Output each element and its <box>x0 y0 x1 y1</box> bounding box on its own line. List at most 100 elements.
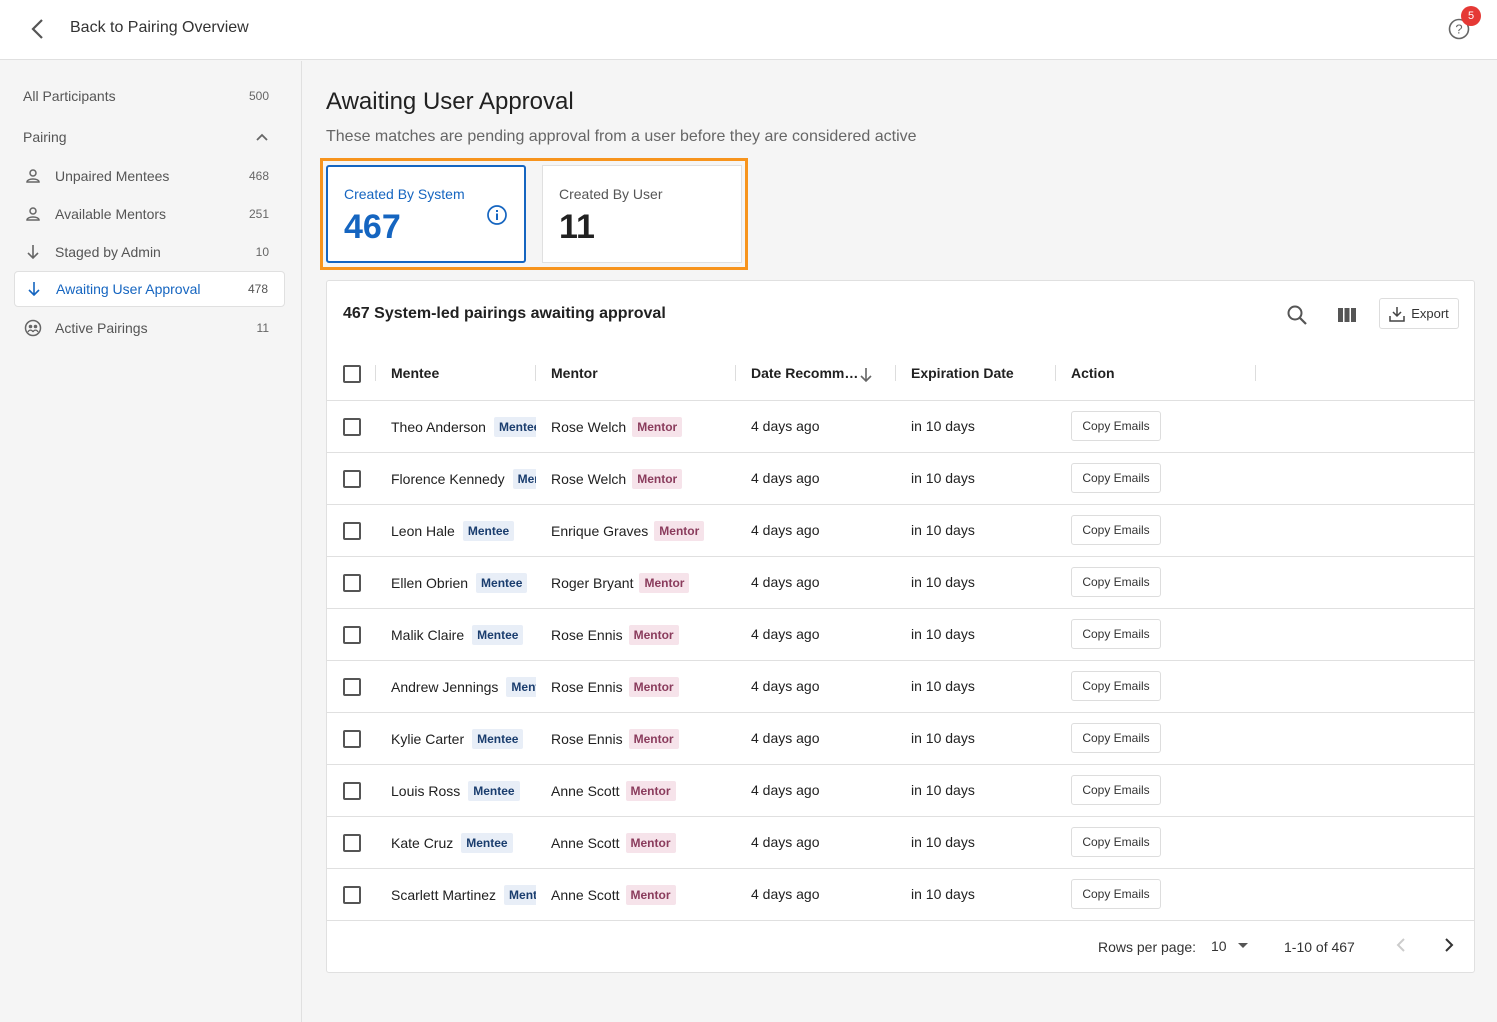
select-all-checkbox[interactable] <box>343 365 361 383</box>
columns-icon[interactable] <box>1335 303 1359 327</box>
date-recommended: 4 days ago <box>751 470 820 486</box>
table-row: Malik Claire Mentee Rose Ennis Mentor 4 da… <box>327 609 1474 661</box>
row-checkbox[interactable] <box>343 522 361 540</box>
mentee-tag: Mentee <box>462 521 515 541</box>
mentee-name: Ellen Obrien <box>391 575 469 591</box>
copy-emails-button[interactable]: Copy Emails <box>1071 567 1161 597</box>
row-checkbox[interactable] <box>343 470 361 488</box>
row-checkbox[interactable] <box>343 782 361 800</box>
expiration-date: in 10 days <box>911 574 975 590</box>
copy-emails-button[interactable]: Copy Emails <box>1071 723 1161 753</box>
table-row: Theo Anderson Mentee Rose Welch Mentor 4 d… <box>327 401 1474 453</box>
mentor-cell: Rose Welch Mentor <box>551 401 741 453</box>
row-checkbox[interactable] <box>343 730 361 748</box>
column-header-expiration-date[interactable]: Expiration Date <box>911 365 1014 381</box>
mentor-name: Rose Welch <box>551 419 627 435</box>
sidebar-item-label: Awaiting User Approval <box>56 281 201 297</box>
back-arrow-icon[interactable] <box>22 14 52 44</box>
table-row: Kylie Carter Mentee Rose Ennis Mentor 4 da… <box>327 713 1474 765</box>
rows-per-page-select[interactable]: 10 <box>1211 938 1249 954</box>
sidebar-item-count: 251 <box>248 207 269 221</box>
column-separator <box>895 365 896 381</box>
column-header-action: Action <box>1071 365 1115 381</box>
sort-arrow-icon[interactable] <box>859 367 873 388</box>
copy-emails-button[interactable]: Copy Emails <box>1071 619 1161 649</box>
mentee-cell: Theo Anderson Mentee <box>391 401 536 453</box>
copy-emails-button[interactable]: Copy Emails <box>1071 879 1161 909</box>
mentee-cell: Ellen Obrien Mentee <box>391 557 536 609</box>
mentee-name: Malik Claire <box>391 627 465 643</box>
sidebar-item-unpaired-mentees[interactable]: Unpaired Mentees 468 <box>14 158 285 194</box>
mentee-name: Kate Cruz <box>391 835 454 851</box>
column-header-date-recommended[interactable]: Date Recomm… <box>751 365 858 381</box>
sidebar-section-pairing[interactable]: Pairing <box>14 119 285 155</box>
row-checkbox[interactable] <box>343 574 361 592</box>
mentee-tag: Mentee <box>472 625 524 645</box>
mentee-name: Louis Ross <box>391 783 461 799</box>
date-recommended: 4 days ago <box>751 522 820 538</box>
back-link[interactable]: Back to Pairing Overview <box>70 19 249 37</box>
sidebar-item-all-participants[interactable]: All Participants 500 <box>14 78 285 114</box>
mentor-name: Rose Welch <box>551 471 627 487</box>
sidebar-item-label: Available Mentors <box>55 206 167 222</box>
row-checkbox[interactable] <box>343 834 361 852</box>
mentor-tag: Mentor <box>628 625 679 645</box>
copy-emails-button[interactable]: Copy Emails <box>1071 463 1161 493</box>
table-row: Leon Hale Mentee Enrique Graves Mentor 4 d… <box>327 505 1474 557</box>
info-icon[interactable] <box>486 204 508 226</box>
mentor-cell: Anne Scott Mentor <box>551 869 741 921</box>
notification-badge: 5 <box>1461 6 1481 26</box>
mentor-tag: Mentor <box>639 573 690 593</box>
sidebar-item-count: 500 <box>248 89 269 103</box>
pagination-range: 1-10 of 467 <box>1284 939 1355 955</box>
sidebar-item-label: Active Pairings <box>55 320 148 336</box>
search-icon[interactable] <box>1285 303 1309 327</box>
mentee-name: Andrew Jennings <box>391 679 499 695</box>
mentor-name: Anne Scott <box>551 887 620 903</box>
mentor-cell: Rose Welch Mentor <box>551 453 741 505</box>
mentor-tag: Mentor <box>632 417 683 437</box>
mentee-tag: Mentee <box>504 885 536 905</box>
column-separator <box>1255 365 1256 381</box>
column-header-mentor[interactable]: Mentor <box>551 365 598 381</box>
chevron-left-icon[interactable] <box>1391 935 1411 955</box>
mentee-cell: Leon Hale Mentee <box>391 505 536 557</box>
person-icon <box>23 166 43 186</box>
row-checkbox[interactable] <box>343 418 361 436</box>
card-label: Created By System <box>344 186 465 202</box>
caret-down-icon <box>1237 943 1248 948</box>
chevron-right-icon[interactable] <box>1439 935 1459 955</box>
sidebar-item-active-pairings[interactable]: Active Pairings 11 <box>14 310 285 346</box>
copy-emails-button[interactable]: Copy Emails <box>1071 515 1161 545</box>
copy-emails-button[interactable]: Copy Emails <box>1071 827 1161 857</box>
copy-emails-button[interactable]: Copy Emails <box>1071 775 1161 805</box>
mentee-cell: Louis Ross Mentee <box>391 765 536 817</box>
column-separator <box>735 365 736 381</box>
table-row: Scarlett Martinez Mentee Anne Scott Mentor… <box>327 869 1474 921</box>
row-checkbox[interactable] <box>343 626 361 644</box>
date-recommended: 4 days ago <box>751 574 820 590</box>
column-header-mentee[interactable]: Mentee <box>391 365 439 381</box>
expiration-date: in 10 days <box>911 626 975 642</box>
table-title: 467 System-led pairings awaiting approva… <box>343 305 666 322</box>
row-checkbox[interactable] <box>343 678 361 696</box>
export-label: Export <box>1411 306 1449 321</box>
card-created-by-user[interactable]: Created By User 11 <box>542 165 742 263</box>
chevron-up-icon[interactable] <box>255 132 269 142</box>
copy-emails-button[interactable]: Copy Emails <box>1071 411 1161 441</box>
mentee-cell: Florence Kennedy Mentee <box>391 453 536 505</box>
sidebar-item-label: All Participants <box>23 88 116 104</box>
export-button[interactable]: Export <box>1379 298 1459 329</box>
mentee-tag: Mentee <box>493 417 536 437</box>
card-created-by-system[interactable]: Created By System 467 <box>326 165 526 263</box>
sidebar-item-awaiting-user-approval[interactable]: Awaiting User Approval 478 <box>14 271 285 307</box>
date-recommended: 4 days ago <box>751 730 820 746</box>
mentee-tag: Mentee <box>512 469 536 489</box>
row-checkbox[interactable] <box>343 886 361 904</box>
copy-emails-button[interactable]: Copy Emails <box>1071 671 1161 701</box>
sidebar-item-staged-by-admin[interactable]: Staged by Admin 10 <box>14 234 285 270</box>
mentee-name: Theo Anderson <box>391 419 486 435</box>
sidebar-item-available-mentors[interactable]: Available Mentors 251 <box>14 196 285 232</box>
mentee-cell: Kate Cruz Mentee <box>391 817 536 869</box>
mentee-name: Leon Hale <box>391 523 455 539</box>
